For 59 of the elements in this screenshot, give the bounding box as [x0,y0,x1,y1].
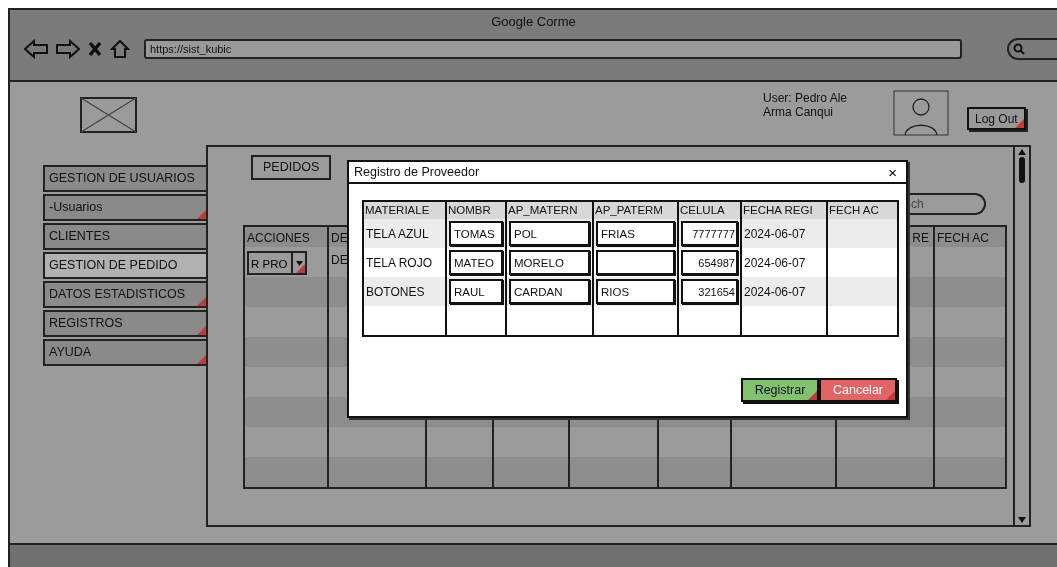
column-header: FECHA REGI [743,204,813,216]
avatar-icon [893,90,949,136]
sidebar-item[interactable]: GESTION DE PEDIDO [43,252,206,279]
search-field[interactable] [1007,37,1057,60]
input-field[interactable]: RIOS [596,279,675,304]
scroll-down-icon[interactable] [1018,517,1026,523]
table-cell-text: 2024-06-07 [744,254,806,272]
home-icon[interactable] [110,38,130,59]
back-icon[interactable] [24,38,48,59]
input-field[interactable]: FRIAS [596,221,675,246]
sidebar-item[interactable]: AYUDA [43,339,206,366]
window-title: Google Corme [490,13,577,31]
sidebar-item[interactable]: GESTION DE USUARIOS [43,165,206,192]
input-field[interactable]: MATEO [449,250,503,275]
url-field[interactable]: https://sist_kubic [144,38,962,59]
column-header: AP_MATERN [508,204,578,216]
tab[interactable]: PEDIDOS [251,155,332,180]
scrollbar[interactable] [1013,147,1029,525]
input-field[interactable]: POL [509,221,590,246]
action-dropdown[interactable]: R PRO [247,251,307,275]
logout-button[interactable]: Log Out [967,107,1026,130]
sidebar-item[interactable]: DATOS ESTADISTICOS [43,281,206,308]
register-button[interactable]: Registrar [741,378,819,402]
close-button[interactable]: × [884,164,901,180]
column-header: NOMBR [448,204,491,216]
column-header: DE [331,231,348,245]
input-field[interactable]: RAUL [449,279,503,304]
column-header: CELULA [680,204,725,216]
image-placeholder-icon [80,97,137,133]
input-field[interactable]: MORELO [509,250,590,275]
input-field[interactable]: TOMAS [449,221,503,246]
caret-icon [295,260,303,266]
input-field[interactable] [596,250,675,275]
table-cell: DE [331,253,348,267]
table-cell-text: 2024-06-07 [744,283,806,301]
table-cell-text: TELA AZUL [366,225,429,243]
column-header: FECH AC [937,231,989,245]
column-header: ACCIONES [247,231,310,245]
scroll-thumb[interactable] [1019,157,1025,183]
scroll-up-icon[interactable] [1018,149,1026,155]
table-cell-text: TELA ROJO [366,254,433,272]
forward-icon[interactable] [56,38,80,59]
input-field[interactable]: 654987 [681,250,738,275]
column-header: RE [912,231,929,245]
input-field[interactable]: 321654 [681,279,738,304]
input-field[interactable]: 7777777 [681,221,738,246]
sidebar-item[interactable]: CLIENTES [43,223,206,250]
table-cell-text: 2024-06-07 [744,225,806,243]
column-header: MATERIALE [365,204,430,216]
sidebar-item[interactable]: -Usuarios [43,194,206,221]
input-field[interactable]: CARDAN [509,279,590,304]
search-icon [1013,42,1025,55]
dialog-title: Registro de Proveedor [354,163,481,181]
close-icon[interactable] [88,40,102,57]
user-name: User: Pedro Ale Arma Canqui [763,92,849,121]
table-cell-text: BOTONES [366,283,425,301]
sidebar-item[interactable]: REGISTROS [43,310,206,337]
column-header: AP_PATERM [595,204,663,216]
column-header: FECH AC [829,204,879,216]
